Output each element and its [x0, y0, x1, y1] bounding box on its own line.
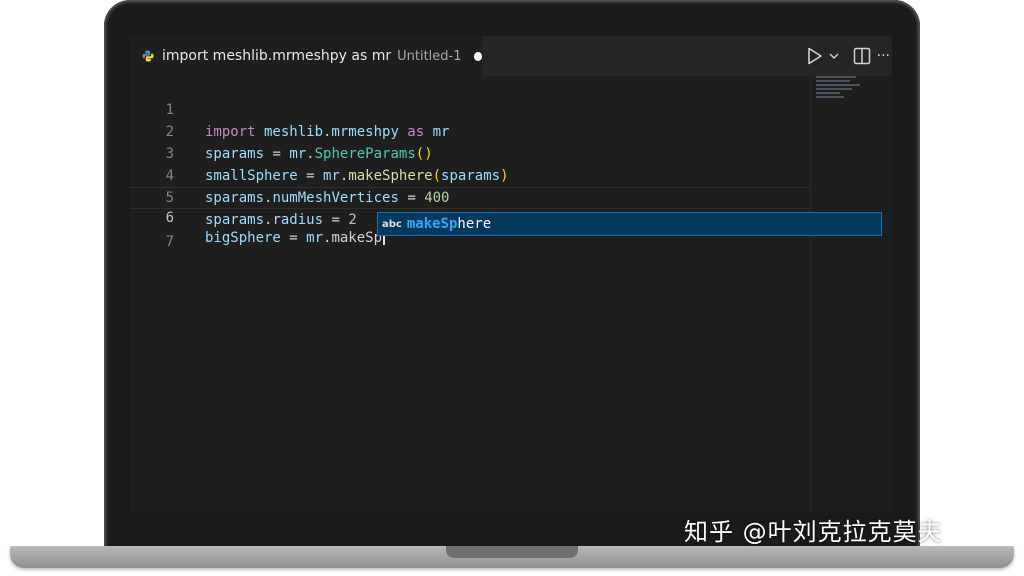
autocomplete-suggestion[interactable]: abc makeSp here — [377, 212, 882, 236]
code-text: bigSphere = mr.makeSp — [205, 228, 386, 248]
token-operator: = — [280, 230, 307, 246]
line-number: 7 — [165, 234, 174, 250]
editor-tab-bar: import meshlib.mrmeshpy as mr Untitled-1 — [130, 36, 892, 76]
text-suggestion-icon: abc — [382, 218, 402, 230]
code-line[interactable]: 2 sparams = mr.SphereParams() — [130, 99, 810, 162]
suggestion-rest: here — [457, 216, 492, 232]
token-partial: makeSp — [331, 230, 383, 246]
tab-title: import meshlib.mrmeshpy as mr — [162, 48, 392, 64]
ellipsis-icon[interactable]: ··· — [877, 45, 890, 67]
code-line[interactable]: 5 sparams.radius = 2 — [130, 165, 810, 228]
unsaved-dot-icon[interactable] — [473, 51, 482, 61]
laptop-notch — [446, 546, 578, 558]
python-icon — [142, 50, 154, 62]
code-line[interactable]: 1 import meshlib.mrmeshpy as mr — [130, 77, 810, 140]
editor-actions: ··· — [807, 36, 892, 76]
chevron-down-icon[interactable] — [829, 45, 839, 67]
vscode-window: import meshlib.mrmeshpy as mr Untitled-1 — [130, 36, 892, 512]
token-module: mr — [306, 230, 324, 246]
watermark: 知乎 @叶刘克拉克莫夫 — [684, 518, 943, 546]
play-icon[interactable] — [807, 45, 823, 67]
photo-stage: import meshlib.mrmeshpy as mr Untitled-1 — [0, 0, 1024, 576]
code-line[interactable]: 3 smallSphere = mr.makeSphere(sparams) — [130, 121, 810, 184]
code-editor[interactable]: 1 import meshlib.mrmeshpy as mr 2 sparam… — [130, 76, 892, 512]
code-line-current[interactable]: 6 bigSphere = mr.makeSp — [130, 187, 810, 246]
editor-tab-active[interactable]: import meshlib.mrmeshpy as mr Untitled-1 — [130, 36, 482, 76]
token-variable: bigSphere — [205, 230, 281, 246]
suggestion-match: makeSp — [406, 216, 458, 232]
split-editor-icon[interactable] — [853, 45, 871, 67]
tab-subtitle: Untitled-1 — [397, 48, 462, 64]
code-line[interactable]: 4 sparams.numMeshVertices = 400 — [130, 143, 810, 206]
